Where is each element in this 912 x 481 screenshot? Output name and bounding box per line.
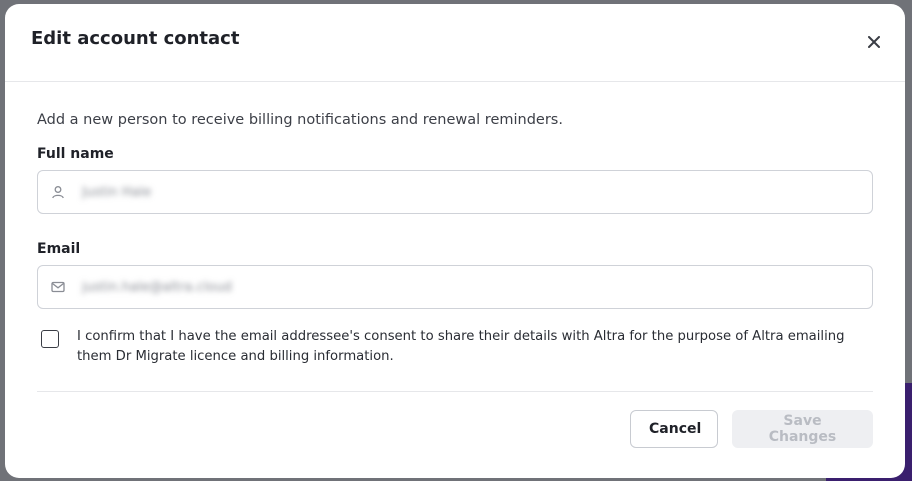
consent-checkbox[interactable] <box>41 330 59 348</box>
modal-intro: Add a new person to receive billing noti… <box>37 112 563 128</box>
modal-footer: Cancel Save Changes <box>37 410 873 448</box>
email-field[interactable] <box>37 265 873 309</box>
save-changes-button[interactable]: Save Changes <box>732 410 873 448</box>
cancel-button[interactable]: Cancel <box>630 410 718 448</box>
close-icon <box>868 36 880 48</box>
close-button[interactable] <box>863 31 885 53</box>
footer-divider <box>37 391 873 392</box>
email-input[interactable] <box>82 279 872 295</box>
consent-text: I confirm that I have the email addresse… <box>77 329 845 364</box>
consent-row: I confirm that I have the email addresse… <box>37 327 873 367</box>
full-name-input[interactable] <box>82 184 872 200</box>
modal-body: Add a new person to receive billing noti… <box>5 82 905 448</box>
full-name-label: Full name <box>37 146 114 162</box>
user-icon <box>50 184 66 200</box>
modal-header: Edit account contact <box>5 4 905 82</box>
mail-icon <box>50 279 66 295</box>
edit-contact-modal: Edit account contact Add a new person to… <box>5 4 905 478</box>
full-name-field[interactable] <box>37 170 873 214</box>
modal-title: Edit account contact <box>31 28 240 49</box>
email-label: Email <box>37 241 81 257</box>
